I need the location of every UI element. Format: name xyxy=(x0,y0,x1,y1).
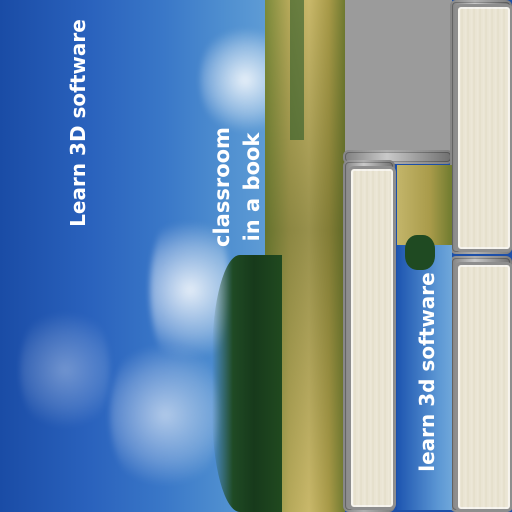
thumbnail-caption: learn 3d software xyxy=(415,272,439,472)
top-metal-panel xyxy=(345,0,452,160)
left-paper-panel xyxy=(348,166,396,510)
thumbnail-field xyxy=(397,165,452,245)
headline-learn-3d-software: Learn 3D software xyxy=(66,19,90,227)
right-lower-paper-panel xyxy=(455,262,512,512)
right-upper-paper-panel xyxy=(455,4,512,252)
headline-classroom-in-a-book: classroom in a book xyxy=(210,127,264,247)
